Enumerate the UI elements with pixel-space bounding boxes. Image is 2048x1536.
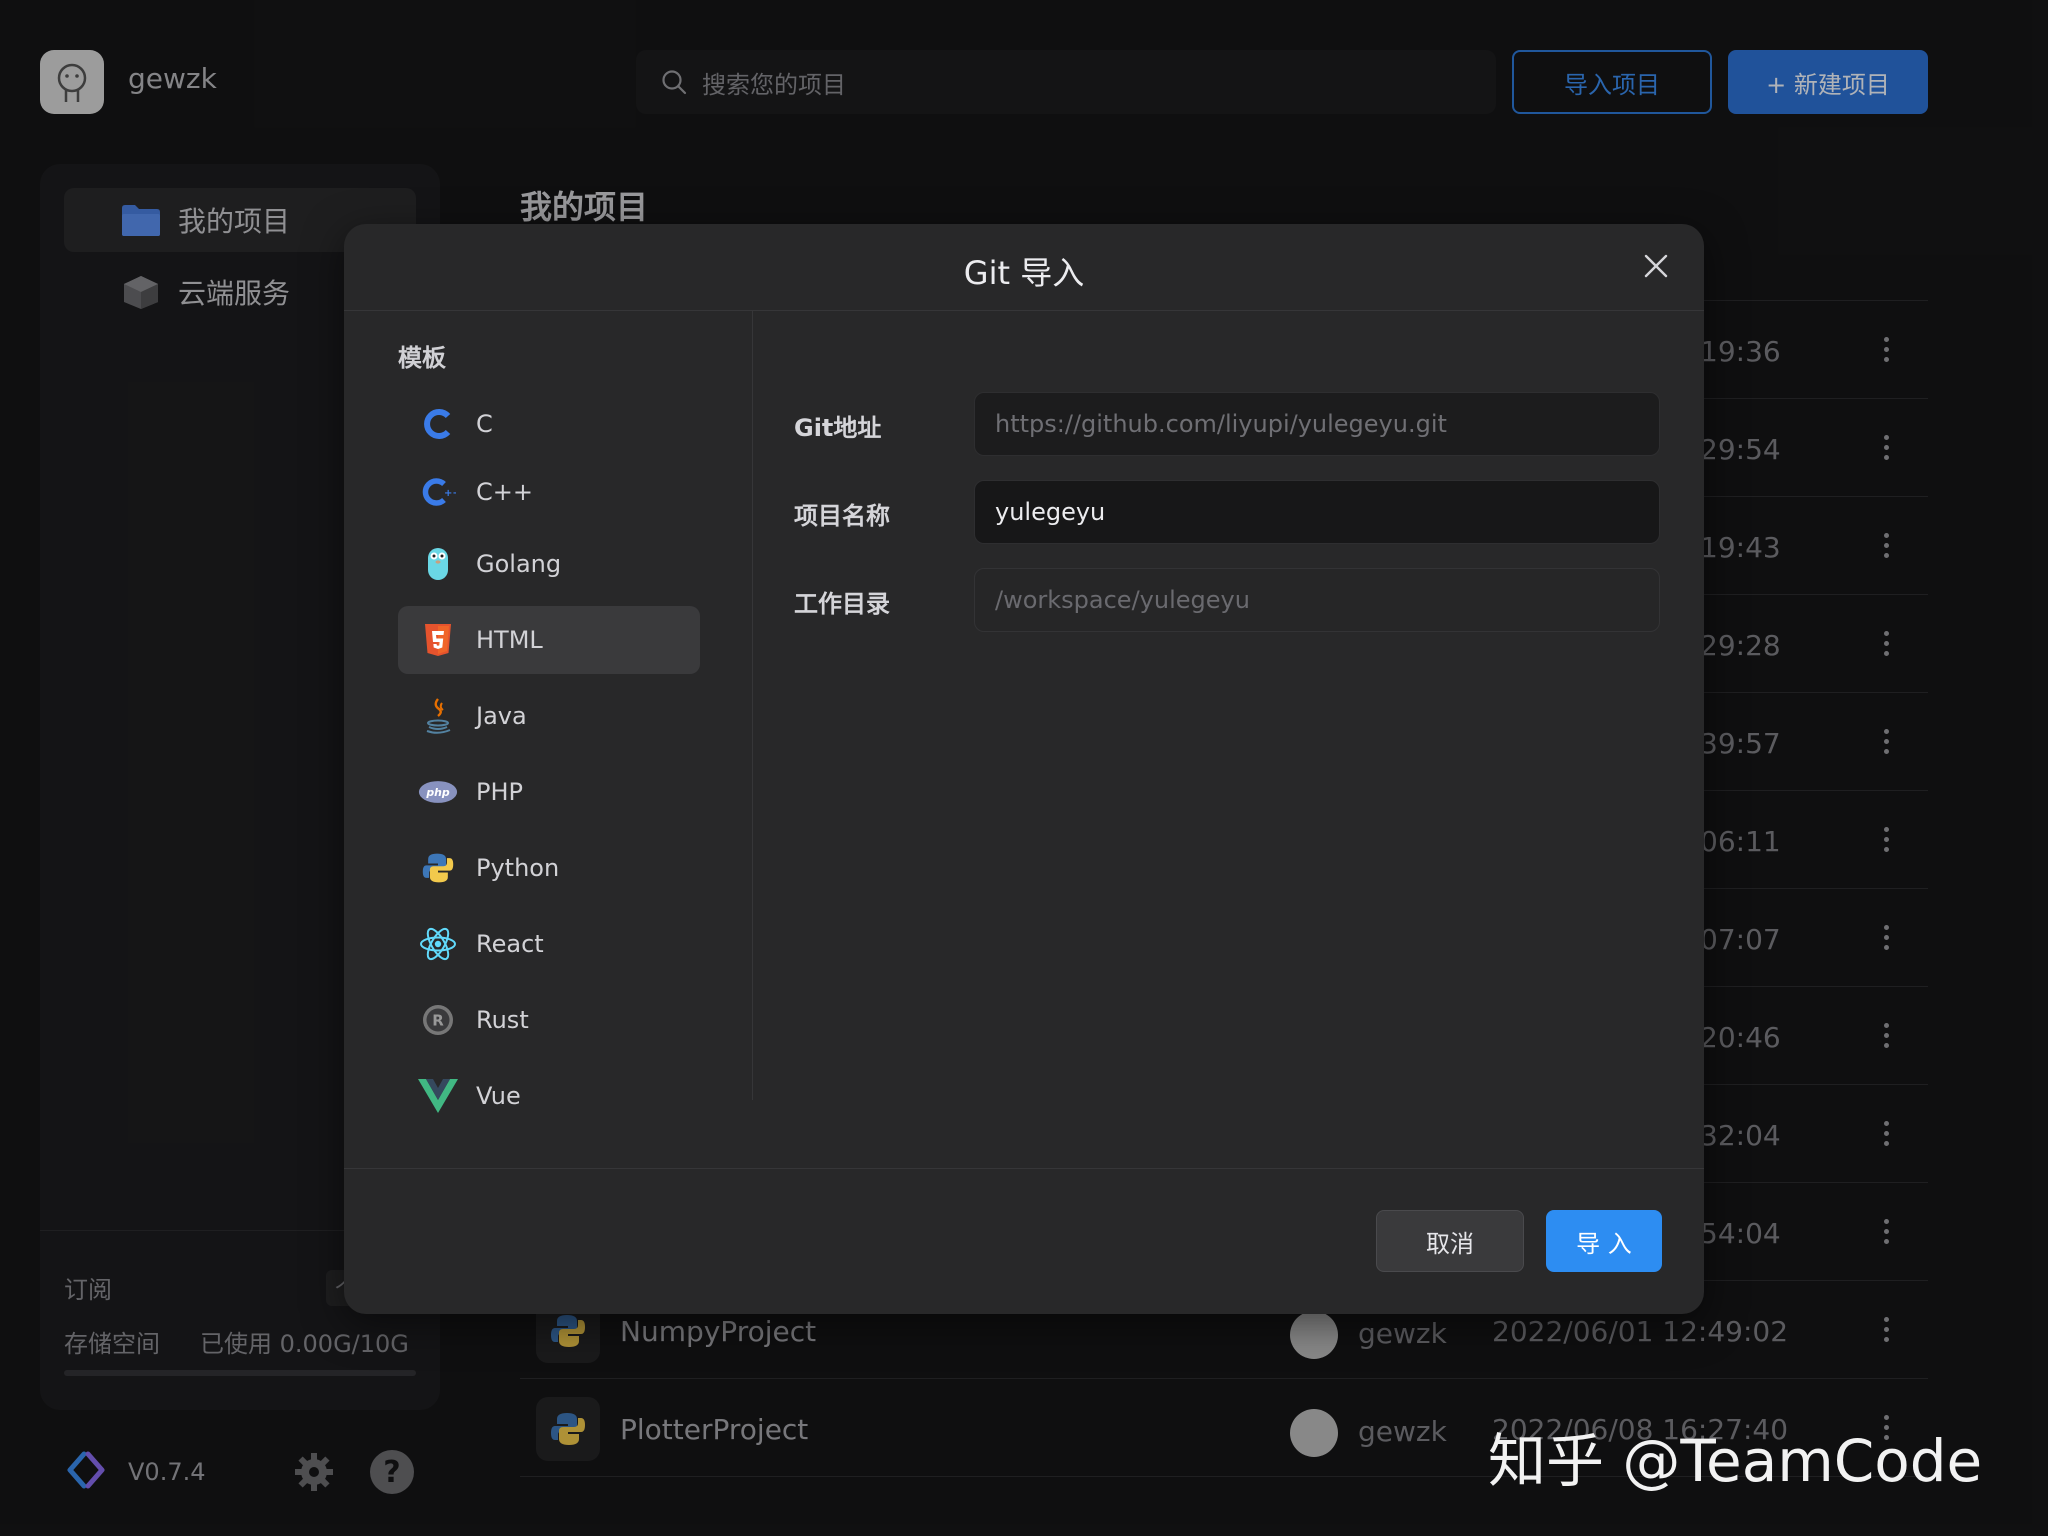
html5-icon: [418, 620, 458, 660]
work-dir-label: 工作目录: [794, 590, 890, 618]
close-icon[interactable]: [1640, 250, 1672, 282]
template-label: 模板: [398, 344, 446, 372]
template-label-text: Vue: [476, 1082, 521, 1110]
template-label-text: Python: [476, 854, 560, 882]
template-label-text: PHP: [476, 778, 523, 806]
template-item-html[interactable]: HTML: [398, 606, 700, 674]
dialog-header-divider: [344, 310, 1704, 311]
dialog-column-divider: [752, 310, 753, 1100]
svg-text:R: R: [432, 1012, 444, 1030]
dialog-footer-divider: [344, 1168, 1704, 1169]
git-import-dialog: Git 导入 模板 C ++ C++ Golang HTML Java: [344, 224, 1704, 1314]
java-cup-icon: [418, 696, 458, 736]
git-url-input[interactable]: https://github.com/liyupi/yulegeyu.git: [974, 392, 1660, 456]
template-label-text: Golang: [476, 550, 562, 578]
python-icon: [418, 848, 458, 888]
project-name-input[interactable]: yulegeyu: [974, 480, 1660, 544]
template-item-php[interactable]: php PHP: [398, 758, 700, 826]
template-item-python[interactable]: Python: [398, 834, 700, 902]
cancel-button[interactable]: 取消: [1376, 1210, 1524, 1272]
template-label-text: Java: [476, 702, 527, 730]
git-url-label: Git地址: [794, 414, 882, 442]
gopher-icon: [418, 544, 458, 584]
dialog-title: Git 导入: [963, 254, 1085, 292]
template-item-rust[interactable]: R Rust: [398, 986, 700, 1054]
template-item-vue[interactable]: Vue: [398, 1062, 700, 1130]
template-label-text: C++: [476, 478, 533, 506]
vue-icon: [418, 1076, 458, 1116]
template-item-c[interactable]: C: [398, 390, 700, 458]
svg-text:php: php: [425, 786, 450, 799]
template-label-text: C: [476, 410, 493, 438]
project-name-label: 项目名称: [794, 502, 890, 530]
c-lang-icon: [418, 404, 458, 444]
template-label-text: HTML: [476, 626, 543, 654]
confirm-import-button[interactable]: 导 入: [1546, 1210, 1662, 1272]
php-icon: php: [418, 772, 458, 812]
cpp-lang-icon: ++: [418, 472, 458, 512]
template-item-golang[interactable]: Golang: [398, 530, 700, 598]
template-item-java[interactable]: Java: [398, 682, 700, 750]
template-item-cpp[interactable]: ++ C++: [398, 458, 700, 526]
template-label-text: React: [476, 930, 544, 958]
rust-gear-icon: R: [418, 1000, 458, 1040]
template-label-text: Rust: [476, 1006, 529, 1034]
template-item-react[interactable]: React: [398, 910, 700, 978]
work-dir-input: /workspace/yulegeyu: [974, 568, 1660, 632]
react-atom-icon: [418, 924, 458, 964]
svg-text:++: ++: [444, 488, 456, 499]
watermark: 知乎 @TeamCode: [1488, 1427, 1983, 1495]
